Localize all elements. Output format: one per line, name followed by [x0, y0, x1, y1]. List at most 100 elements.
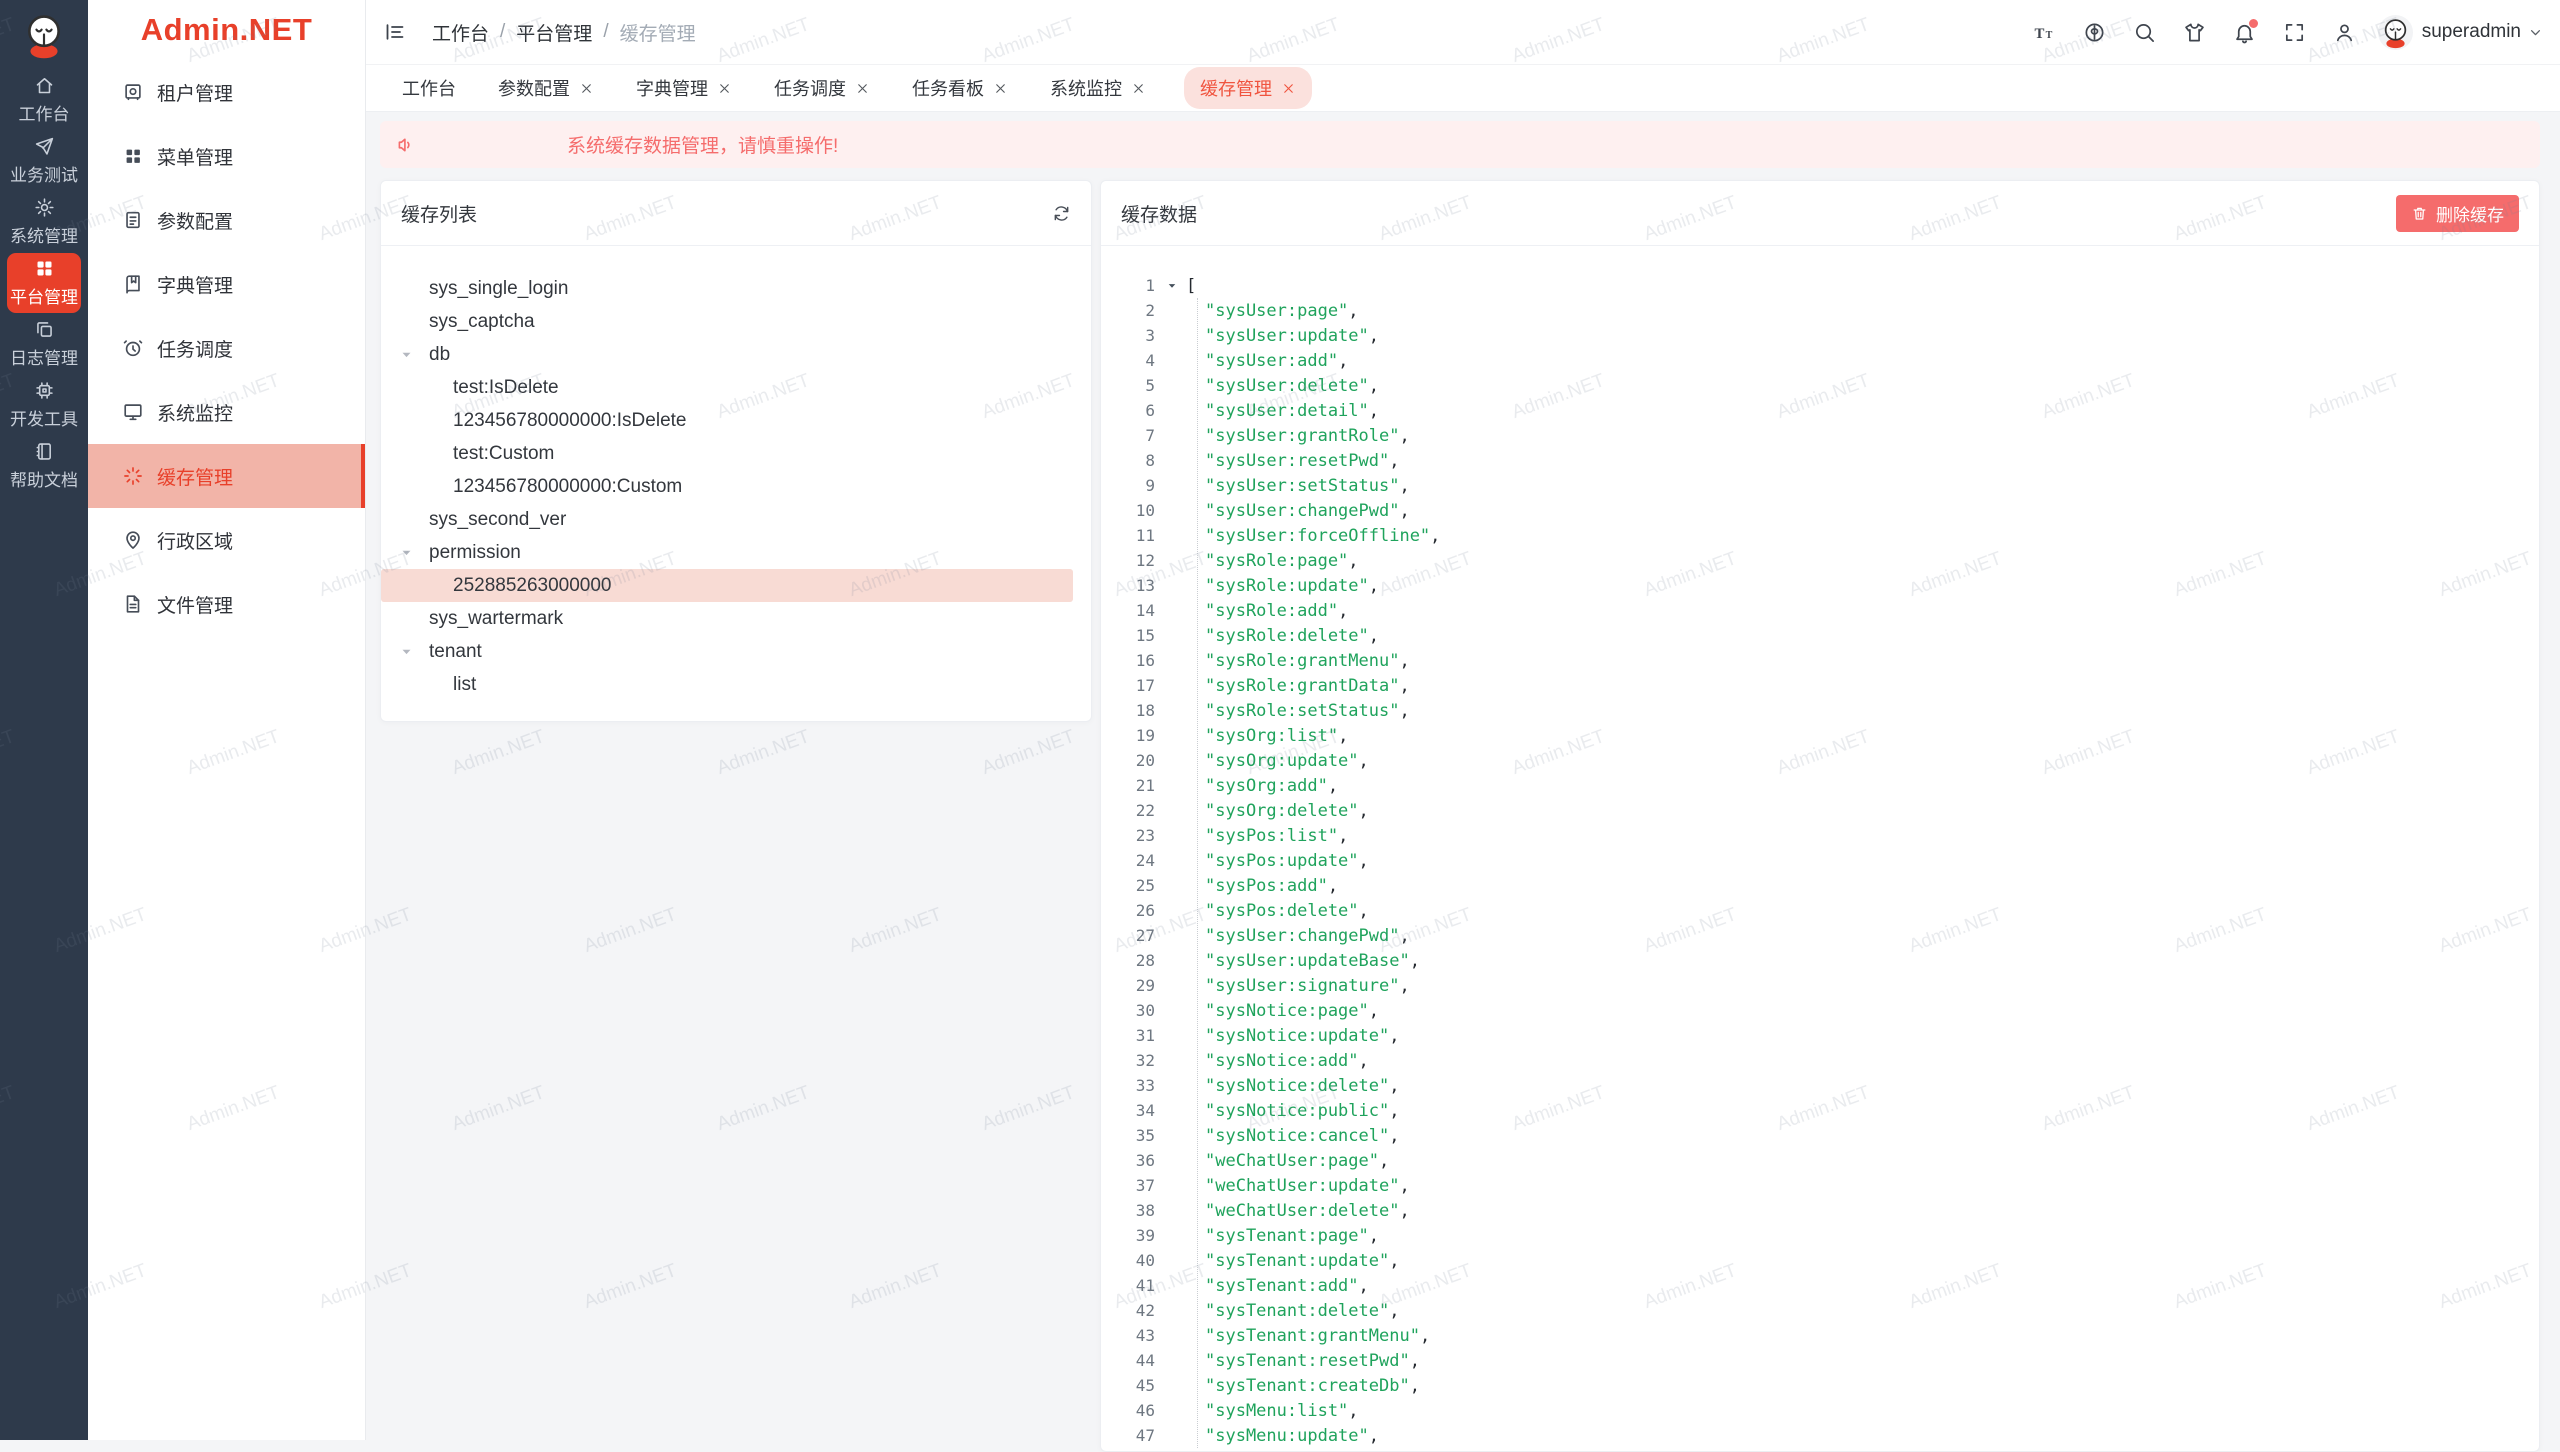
line-number: 3	[1101, 326, 1155, 345]
cache-tree: sys_single_loginsys_captchadb test:IsDele…	[381, 246, 1091, 701]
tab-close-icon[interactable]	[855, 81, 870, 96]
user-menu[interactable]: superadmin	[2378, 15, 2544, 50]
search-icon[interactable]	[2133, 21, 2156, 44]
code-line: 4"sysUser:add",	[1101, 348, 2539, 373]
tab-close-icon[interactable]	[1131, 81, 1146, 96]
line-number: 38	[1101, 1201, 1155, 1220]
sidebar-item-monitor[interactable]: 系统监控	[88, 380, 365, 444]
tab-1[interactable]: 参数配置	[498, 67, 594, 109]
language-icon[interactable]	[2083, 21, 2106, 44]
line-number: 45	[1101, 1376, 1155, 1395]
header-actions: TT	[2006, 21, 2356, 44]
fullscreen-icon[interactable]	[2283, 21, 2306, 44]
monitor-icon	[122, 401, 144, 423]
open-bracket: [	[1186, 276, 1196, 296]
tab-4[interactable]: 任务看板	[912, 67, 1008, 109]
tab-close-icon[interactable]	[1281, 81, 1296, 96]
tab-0[interactable]: 工作台	[402, 67, 456, 109]
notification-icon[interactable]	[2233, 21, 2256, 44]
tab-5[interactable]: 系统监控	[1050, 67, 1146, 109]
fold-caret-icon[interactable]	[1165, 279, 1179, 293]
line-number: 32	[1101, 1051, 1155, 1070]
tree-node-test-custom[interactable]: test:Custom	[381, 437, 1073, 470]
profile-icon[interactable]	[2333, 21, 2356, 44]
theme-icon[interactable]	[2183, 21, 2206, 44]
tree-node-list[interactable]: list	[381, 668, 1073, 701]
tree-node-tenant[interactable]: tenant	[381, 635, 1073, 668]
tree-node-label: test:IsDelete	[453, 377, 559, 399]
code-line: 18"sysRole:setStatus",	[1101, 698, 2539, 723]
tab-2[interactable]: 字典管理	[636, 67, 732, 109]
tree-node-permission[interactable]: permission	[381, 536, 1073, 569]
json-viewer[interactable]: 1[2"sysUser:page",3"sysUser:update",4"sy…	[1101, 246, 2539, 1448]
tree-expand-caret[interactable]	[398, 346, 415, 363]
line-number: 6	[1101, 401, 1155, 420]
code-line: 11"sysUser:forceOffline",	[1101, 523, 2539, 548]
font-size-icon[interactable]: TT	[2033, 21, 2056, 44]
sidebar-item-config[interactable]: 参数配置	[88, 188, 365, 252]
code-line: 39"sysTenant:page",	[1101, 1223, 2539, 1248]
tree-node-sys-single-login[interactable]: sys_single_login	[381, 272, 1073, 305]
tab-close-icon[interactable]	[717, 81, 732, 96]
refresh-icon[interactable]	[1052, 204, 1071, 223]
rail-items: 工作台业务测试系统管理平台管理日志管理开发工具帮助文档	[7, 69, 81, 497]
book-icon	[34, 441, 55, 462]
content-area: 系统缓存数据管理，请慎重操作! 缓存列表 sys_single_loginsys…	[366, 112, 2560, 1440]
code-line: 33"sysNotice:delete",	[1101, 1073, 2539, 1098]
code-line: 38"weChatUser:delete",	[1101, 1198, 2539, 1223]
tree-node-label: tenant	[429, 641, 482, 663]
tab-close-icon[interactable]	[993, 81, 1008, 96]
cache-data-title: 缓存数据	[1121, 200, 1197, 227]
sidebar-item-dict[interactable]: 字典管理	[88, 252, 365, 316]
rail-item-home[interactable]: 工作台	[7, 70, 81, 130]
code-content: "sysUser:delete",	[1205, 376, 1379, 396]
tab-3[interactable]: 任务调度	[774, 67, 870, 109]
code-content: "sysTenant:delete",	[1205, 1301, 1399, 1321]
tree-node-sys-captcha[interactable]: sys_captcha	[381, 305, 1073, 338]
code-content: "sysPos:add",	[1205, 876, 1338, 896]
breadcrumb-item-cache: 缓存管理	[620, 19, 696, 46]
sidebar-item-cache[interactable]: 缓存管理	[88, 444, 365, 508]
line-number: 8	[1101, 451, 1155, 470]
code-line: 25"sysPos:add",	[1101, 873, 2539, 898]
tree-node-db[interactable]: db	[381, 338, 1073, 371]
breadcrumb-item-workbench[interactable]: 工作台	[432, 19, 489, 46]
breadcrumb-item-platform[interactable]: 平台管理	[516, 19, 592, 46]
rail-item-gear[interactable]: 系统管理	[7, 192, 81, 252]
line-number: 18	[1101, 701, 1155, 720]
code-line: 12"sysRole:page",	[1101, 548, 2539, 573]
tree-node-test-isdelete[interactable]: test:IsDelete	[381, 371, 1073, 404]
tree-node-252885263000000[interactable]: 252885263000000	[381, 569, 1073, 602]
code-line: 13"sysRole:update",	[1101, 573, 2539, 598]
app-logo-avatar[interactable]	[18, 9, 70, 61]
rail-item-book[interactable]: 帮助文档	[7, 436, 81, 496]
tree-expand-caret[interactable]	[398, 544, 415, 561]
tree-node-123456780000000-custom[interactable]: 123456780000000:Custom	[381, 470, 1073, 503]
sidebar-item-region[interactable]: 行政区域	[88, 508, 365, 572]
sidebar-item-schedule[interactable]: 任务调度	[88, 316, 365, 380]
sidebar-item-menu-grid[interactable]: 菜单管理	[88, 124, 365, 188]
secondary-sidebar: Admin.NET 租户管理菜单管理参数配置字典管理任务调度系统监控缓存管理行政…	[88, 0, 366, 1440]
line-number: 46	[1101, 1401, 1155, 1420]
breadcrumb-separator: /	[500, 21, 505, 43]
code-line: 31"sysNotice:update",	[1101, 1023, 2539, 1048]
sidebar-item-tenant[interactable]: 租户管理	[88, 60, 365, 124]
tab-close-icon[interactable]	[579, 81, 594, 96]
code-line: 28"sysUser:updateBase",	[1101, 948, 2539, 973]
rail-item-send[interactable]: 业务测试	[7, 131, 81, 191]
tab-6[interactable]: 缓存管理	[1184, 67, 1312, 109]
delete-cache-button[interactable]: 删除缓存	[2396, 195, 2519, 232]
tree-node-sys-second-ver[interactable]: sys_second_ver	[381, 503, 1073, 536]
sidebar-item-file[interactable]: 文件管理	[88, 572, 365, 636]
rail-item-chip[interactable]: 开发工具	[7, 375, 81, 435]
rail-item-grid[interactable]: 平台管理	[7, 253, 81, 313]
code-line: 44"sysTenant:resetPwd",	[1101, 1348, 2539, 1373]
tree-node-123456780000000-isdelete[interactable]: 123456780000000:IsDelete	[381, 404, 1073, 437]
code-content: "sysUser:add",	[1205, 351, 1348, 371]
tree-node-sys-wartermark[interactable]: sys_wartermark	[381, 602, 1073, 635]
menu-fold-icon[interactable]	[383, 20, 407, 44]
tree-expand-caret[interactable]	[398, 643, 415, 660]
code-content: "sysPos:update",	[1205, 851, 1369, 871]
rail-item-copy[interactable]: 日志管理	[7, 314, 81, 374]
code-line: 47"sysMenu:update",	[1101, 1423, 2539, 1448]
